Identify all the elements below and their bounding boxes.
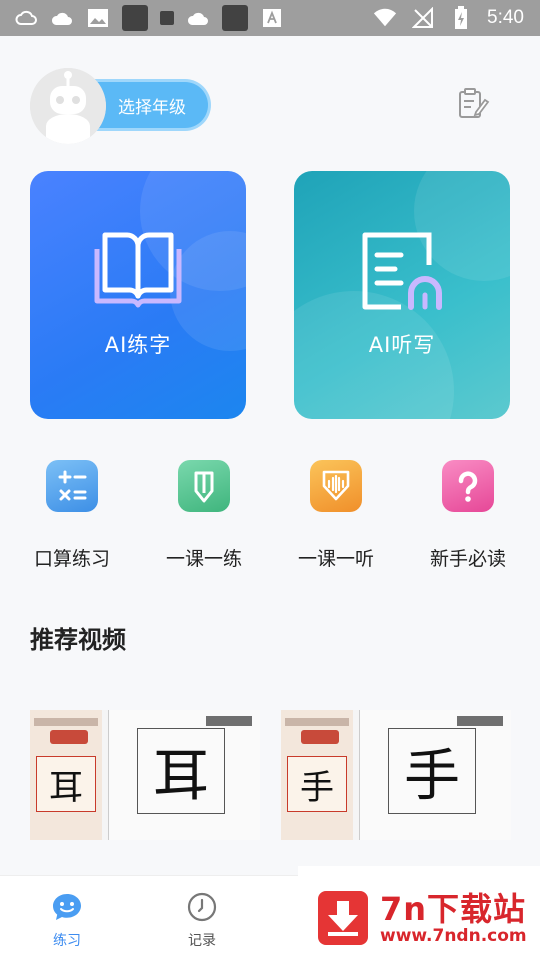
- video-thumbnail[interactable]: 手 手: [281, 710, 511, 840]
- book-icon: [30, 231, 246, 311]
- book-header: [34, 718, 98, 726]
- no-signal-icon: [411, 7, 435, 29]
- shortcut-lesson-listen[interactable]: 一课一听: [281, 460, 391, 571]
- cloud-icon: [186, 7, 210, 29]
- calc-icon: [46, 460, 98, 512]
- cloudy-icon: [50, 7, 74, 29]
- written-char: 耳: [137, 728, 225, 814]
- book-seal: [301, 730, 339, 744]
- image-icon: [86, 7, 110, 29]
- written-char: 手: [388, 728, 476, 814]
- brand-stamp: [206, 716, 252, 726]
- chat-face-icon: [53, 894, 81, 920]
- tab-label: 练习: [53, 933, 81, 949]
- status-bar: 5:40: [0, 0, 540, 36]
- shortcut-grid: 口算练习 一课一练 一课一听 新手必读: [0, 460, 540, 580]
- ai-writing-card[interactable]: AI练字: [30, 171, 246, 419]
- brand-stamp: [457, 716, 503, 726]
- watermark-url: www.7ndn.com: [380, 926, 527, 946]
- shortcut-label: 口算练习: [33, 548, 110, 570]
- watermark-title: 7n下载站: [380, 890, 527, 928]
- ai-dictation-card[interactable]: AI听写: [294, 171, 510, 419]
- copybook-char: 耳: [36, 756, 96, 812]
- book-header: [285, 718, 349, 726]
- header: 选择年级: [0, 36, 540, 166]
- shortcut-mental-math[interactable]: 口算练习: [17, 460, 127, 571]
- copybook-page: 手: [281, 710, 353, 840]
- writing-paper: 手: [359, 710, 511, 840]
- clock-icon: [187, 892, 217, 922]
- ai-dictation-title: AI听写: [368, 333, 436, 357]
- select-grade-label: 选择年级: [118, 97, 186, 118]
- shortcut-beginner-guide[interactable]: 新手必读: [413, 460, 523, 571]
- copybook-page: 耳: [30, 710, 102, 840]
- small-square-icon: [160, 11, 174, 25]
- edit-note-icon[interactable]: [456, 86, 490, 120]
- status-time: 5:40: [487, 7, 524, 28]
- pencil-icon: [178, 460, 230, 512]
- writing-paper: 耳: [108, 710, 260, 840]
- audio-download-icon: [310, 460, 362, 512]
- shortcut-label: 新手必读: [429, 548, 506, 570]
- ai-writing-title: AI练字: [104, 333, 172, 357]
- book-seal: [50, 730, 88, 744]
- site-watermark: 7n下载站 www.7ndn.com: [298, 866, 540, 960]
- tab-records[interactable]: 记录: [162, 892, 242, 950]
- tab-label: 记录: [188, 933, 216, 949]
- robot-avatar-icon: [30, 68, 106, 144]
- tab-practice[interactable]: 练习: [27, 892, 107, 950]
- question-icon: [442, 460, 494, 512]
- recommended-videos-title: 推荐视频: [30, 626, 126, 654]
- download-arrow-icon: [318, 891, 368, 945]
- wifi-icon: [373, 7, 397, 29]
- video-thumbnail[interactable]: 耳 耳: [30, 710, 260, 840]
- copybook-char: 手: [287, 756, 347, 812]
- avatar[interactable]: [30, 68, 106, 144]
- shortcut-lesson-practice[interactable]: 一课一练: [149, 460, 259, 571]
- cloud-icon: [14, 7, 38, 29]
- dictation-icon: [294, 231, 510, 311]
- app-square-icon: [222, 5, 248, 31]
- select-grade-button[interactable]: 选择年级: [96, 82, 208, 128]
- font-icon: [260, 7, 284, 29]
- app-square-icon: [122, 5, 148, 31]
- shortcut-label: 一课一听: [297, 548, 374, 570]
- battery-icon: [449, 6, 473, 29]
- shortcut-label: 一课一练: [165, 548, 242, 570]
